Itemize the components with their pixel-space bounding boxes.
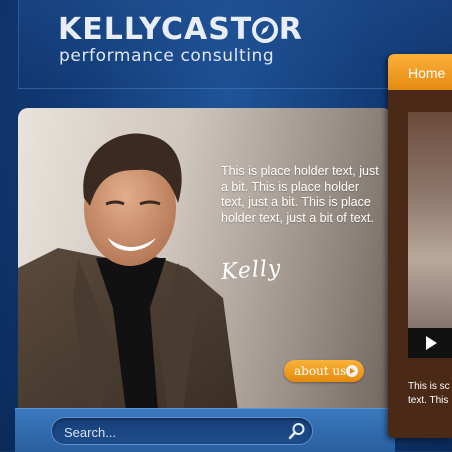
play-icon[interactable] [426,336,437,350]
search-input[interactable] [62,421,276,443]
about-us-button[interactable]: about us [284,360,364,382]
logo-tagline: performance consulting [59,46,275,66]
portrait-image [18,133,238,411]
search-field[interactable] [51,417,313,445]
video-controls [408,328,452,358]
compass-icon: O [252,12,279,48]
video-frame [408,112,452,358]
logo-word-cast: CAST [160,12,253,47]
search-icon[interactable] [288,422,306,440]
side-text-line2: text. This [408,395,449,406]
arrow-right-icon [346,365,358,377]
about-us-label: about us [294,364,347,378]
logo-word-r: R [278,12,303,47]
logo-word-kelly: KELLY [58,12,161,47]
hero-banner: This is place holder text, just a bit. T… [18,108,393,411]
side-panel: Home This is sc text. This [388,54,452,438]
hero-intro-text: This is place holder text, just a bit. T… [221,164,379,225]
logo-wordmark: KELLYCAST OR [58,12,303,48]
video-player[interactable] [408,112,452,358]
tab-home[interactable]: Home [388,54,452,90]
side-panel-text: This is sc text. This [408,380,452,408]
side-text-line1: This is sc [408,381,450,392]
site-logo[interactable]: KELLYCAST OR performance consulting [58,12,303,66]
search-bar [15,408,395,452]
signature: Kelly [220,255,283,286]
